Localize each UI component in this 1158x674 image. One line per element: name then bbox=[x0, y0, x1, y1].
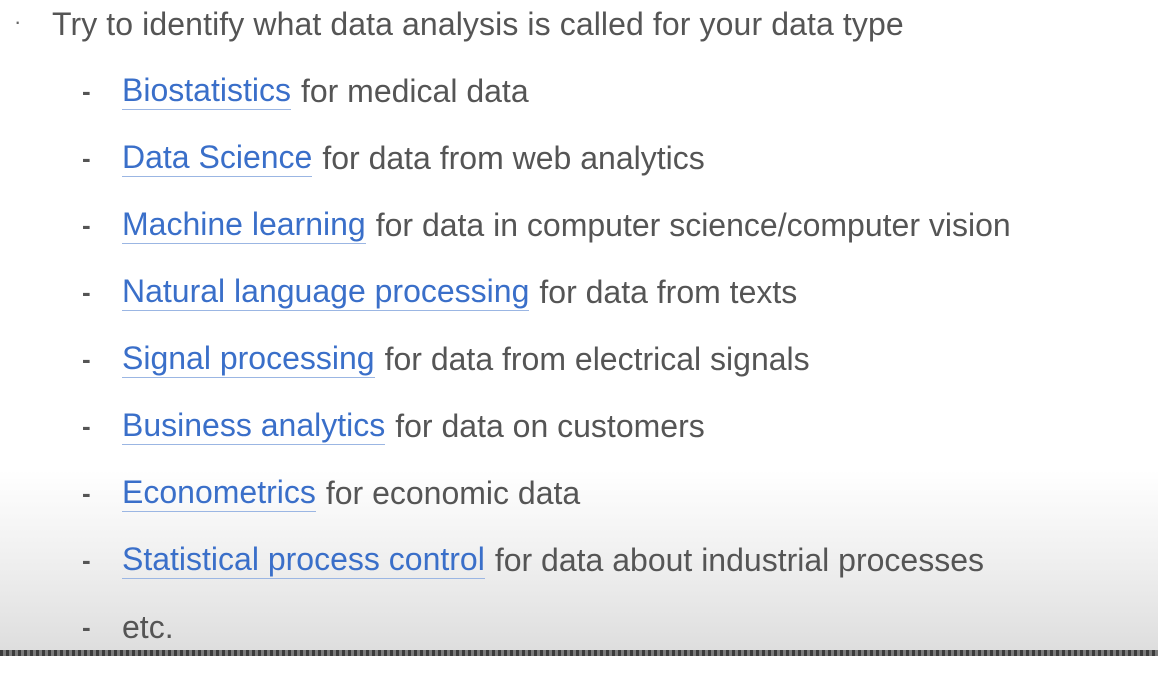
top-bullet-text: Try to identify what data analysis is ca… bbox=[52, 6, 904, 42]
list-item-statistical-process-control: - Statistical process control for data a… bbox=[82, 540, 1011, 607]
dash-icon: - bbox=[82, 210, 91, 240]
link-statistical-process-control[interactable]: Statistical process control bbox=[122, 540, 485, 579]
list-item-econometrics: - Econometrics for economic data bbox=[82, 473, 1011, 540]
analysis-types-list: - Biostatistics for medical data - Data … bbox=[82, 71, 1011, 674]
item-description: for data in computer science/computer vi… bbox=[375, 207, 1011, 243]
item-etc: etc. bbox=[122, 609, 174, 645]
link-natural-language-processing[interactable]: Natural language processing bbox=[122, 272, 530, 311]
list-item-data-science: - Data Science for data from web analyti… bbox=[82, 138, 1011, 205]
dash-icon: - bbox=[82, 344, 91, 374]
item-description: for medical data bbox=[300, 73, 529, 109]
list-item-nlp: - Natural language processing for data f… bbox=[82, 272, 1011, 339]
item-description: for data from web analytics bbox=[322, 140, 705, 176]
dash-icon: - bbox=[82, 411, 91, 441]
list-item-signal-processing: - Signal processing for data from electr… bbox=[82, 339, 1011, 406]
item-description: for data about industrial processes bbox=[494, 542, 984, 578]
dash-icon: - bbox=[82, 277, 91, 307]
link-machine-learning[interactable]: Machine learning bbox=[122, 205, 366, 244]
dash-icon: - bbox=[82, 478, 91, 508]
item-description: for economic data bbox=[325, 475, 581, 511]
slide: · Try to identify what data analysis is … bbox=[0, 0, 1158, 650]
list-item-biostatistics: - Biostatistics for medical data bbox=[82, 71, 1011, 138]
dash-icon: - bbox=[82, 612, 91, 642]
link-signal-processing[interactable]: Signal processing bbox=[122, 339, 375, 378]
link-econometrics[interactable]: Econometrics bbox=[122, 473, 316, 512]
link-business-analytics[interactable]: Business analytics bbox=[122, 406, 386, 445]
top-bullet: · Try to identify what data analysis is … bbox=[14, 4, 904, 44]
bullet-dot-icon: · bbox=[14, 9, 22, 34]
list-item-business-analytics: - Business analytics for data on custome… bbox=[82, 406, 1011, 473]
video-progress-strip bbox=[0, 650, 1158, 656]
dash-icon: - bbox=[82, 76, 91, 106]
dash-icon: - bbox=[82, 143, 91, 173]
list-item-etc: - etc. bbox=[82, 607, 1011, 674]
item-description: for data from texts bbox=[539, 274, 798, 310]
item-description: for data on customers bbox=[395, 408, 705, 444]
link-data-science[interactable]: Data Science bbox=[122, 138, 313, 177]
dash-icon: - bbox=[82, 545, 91, 575]
link-biostatistics[interactable]: Biostatistics bbox=[122, 71, 291, 110]
item-description: for data from electrical signals bbox=[384, 341, 810, 377]
list-item-machine-learning: - Machine learning for data in computer … bbox=[82, 205, 1011, 272]
